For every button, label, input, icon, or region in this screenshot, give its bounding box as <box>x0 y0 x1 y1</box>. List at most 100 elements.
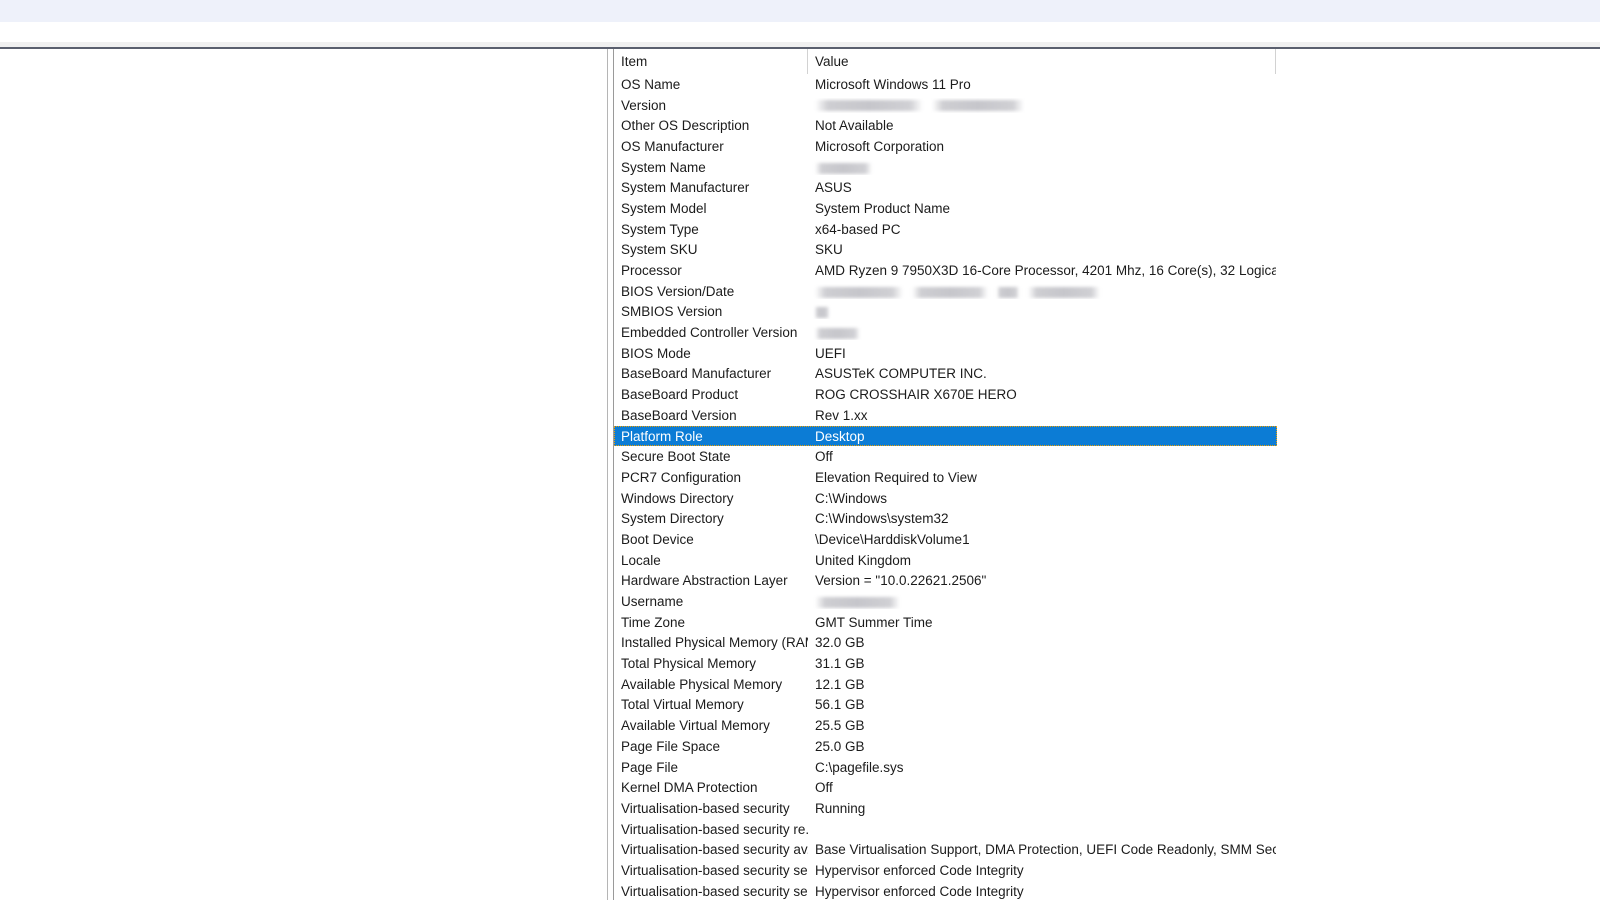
cell-value: System Product Name <box>815 200 951 216</box>
table-row[interactable]: SMBIOS Version <box>614 302 1600 323</box>
table-row[interactable]: Kernel DMA Protection Off <box>614 777 1600 798</box>
table-row[interactable]: Virtualisation-based security av... Base … <box>614 839 1600 860</box>
table-row[interactable]: Platform Role Desktop <box>614 425 1277 447</box>
table-row[interactable]: BIOS Version/Date <box>614 281 1600 302</box>
cell-value: 25.5 GB <box>815 718 865 734</box>
cell-item: BIOS Mode <box>621 345 691 361</box>
table-row[interactable]: Boot Device \Device\HarddiskVolume1 <box>614 529 1600 550</box>
table-row[interactable]: Other OS Description Not Available <box>614 115 1600 136</box>
cell-item: Page File <box>621 759 679 775</box>
cell-item: Locale <box>621 552 661 568</box>
cell-item: Total Physical Memory <box>621 656 757 672</box>
cell-item: Other OS Description <box>621 118 750 134</box>
redacted-value-block <box>1028 286 1100 298</box>
cell-item: Secure Boot State <box>621 449 731 465</box>
column-header-value[interactable]: Value <box>808 49 1276 74</box>
cell-item: OS Manufacturer <box>621 138 724 154</box>
table-row[interactable]: Installed Physical Memory (RAM) 32.0 GB <box>614 633 1600 654</box>
table-row[interactable]: Page File Space 25.0 GB <box>614 736 1600 757</box>
table-row[interactable]: Secure Boot State Off <box>614 446 1600 467</box>
table-row[interactable]: Virtualisation-based security Running <box>614 798 1600 819</box>
cell-value: \Device\HarddiskVolume1 <box>815 531 970 547</box>
table-row[interactable]: Hardware Abstraction Layer Version = "10.… <box>614 571 1600 592</box>
table-row[interactable]: System Directory C:\Windows\system32 <box>614 508 1600 529</box>
redacted-value-block <box>815 328 860 340</box>
cell-value: Version = "10.0.22621.2506" <box>815 573 987 589</box>
cell-item: BIOS Version/Date <box>621 283 735 299</box>
table-row[interactable]: Windows Directory C:\Windows <box>614 488 1600 509</box>
redacted-value-block <box>815 596 900 608</box>
cell-value: 31.1 GB <box>815 656 865 672</box>
cell-value: AMD Ryzen 9 7950X3D 16-Core Processor, 4… <box>815 263 1276 279</box>
cell-value: UEFI <box>815 345 846 361</box>
cell-value: Hypervisor enforced Code Integrity <box>815 883 1024 899</box>
table-row[interactable]: Available Virtual Memory 25.5 GB <box>614 715 1600 736</box>
table-row[interactable]: BaseBoard Version Rev 1.xx <box>614 405 1600 426</box>
column-header-item[interactable]: Item <box>614 49 808 74</box>
cell-item: Windows Directory <box>621 490 734 506</box>
table-row[interactable]: BaseBoard Manufacturer ASUSTeK COMPUTER I… <box>614 364 1600 385</box>
table-row[interactable]: Time Zone GMT Summer Time <box>614 612 1600 633</box>
cell-value: GMT Summer Time <box>815 614 933 630</box>
table-row[interactable]: BIOS Mode UEFI <box>614 343 1600 364</box>
redacted-value-block <box>815 307 829 319</box>
system-summary-details-pane[interactable]: Item Value OS Name Microsoft Windows 11 P… <box>613 49 1600 900</box>
table-row[interactable]: System SKU SKU <box>614 240 1600 261</box>
cell-value <box>808 594 1276 609</box>
cell-value: Elevation Required to View <box>815 469 977 485</box>
table-row[interactable]: Version <box>614 95 1600 116</box>
table-row[interactable]: Total Virtual Memory 56.1 GB <box>614 695 1600 716</box>
cell-value <box>808 304 1276 319</box>
cell-item: BaseBoard Version <box>621 407 737 423</box>
cell-item: OS Name <box>621 76 681 92</box>
cell-value: C:\Windows <box>815 490 888 506</box>
cell-value: 25.0 GB <box>815 738 865 754</box>
cell-value: Desktop <box>815 428 865 444</box>
cell-item: Processor <box>621 263 682 279</box>
table-row[interactable]: Virtualisation-based security re... <box>614 819 1600 840</box>
cell-item: System Directory <box>621 511 724 527</box>
table-row[interactable]: Page File C:\pagefile.sys <box>614 757 1600 778</box>
table-row[interactable]: Virtualisation-based security se... Hyper… <box>614 881 1600 900</box>
cell-value <box>808 160 1276 175</box>
cell-item: Available Virtual Memory <box>621 718 770 734</box>
cell-value: C:\Windows\system32 <box>815 511 949 527</box>
cell-item: System SKU <box>621 242 698 258</box>
table-row[interactable]: System Manufacturer ASUS <box>614 177 1600 198</box>
cell-value: ASUS <box>815 180 852 196</box>
cell-value <box>808 284 1276 299</box>
cell-item: Virtualisation-based security se... <box>621 883 808 899</box>
cell-value: SKU <box>815 242 843 258</box>
cell-value: x64-based PC <box>815 221 901 237</box>
navigation-tree-pane[interactable] <box>0 49 607 900</box>
redacted-value-block <box>932 100 1024 112</box>
table-row[interactable]: Virtualisation-based security se... Hyper… <box>614 860 1600 881</box>
table-row[interactable]: Locale United Kingdom <box>614 550 1600 571</box>
cell-value: Off <box>815 780 833 796</box>
cell-item: Time Zone <box>621 614 686 630</box>
redacted-value-block <box>815 162 872 174</box>
cell-value: Rev 1.xx <box>815 407 868 423</box>
table-row[interactable]: BaseBoard Product ROG CROSSHAIR X670E HER… <box>614 384 1600 405</box>
table-row[interactable]: System Type x64-based PC <box>614 219 1600 240</box>
table-row[interactable]: Username <box>614 591 1600 612</box>
redacted-value-block <box>815 286 903 298</box>
cell-item: System Type <box>621 221 699 237</box>
table-row[interactable]: System Name <box>614 157 1600 178</box>
table-row[interactable]: OS Manufacturer Microsoft Corporation <box>614 136 1600 157</box>
table-row[interactable]: OS Name Microsoft Windows 11 Pro <box>614 74 1600 95</box>
menu-bar-area <box>0 22 1600 42</box>
cell-value: Not Available <box>815 118 894 134</box>
table-row[interactable]: Total Physical Memory 31.1 GB <box>614 653 1600 674</box>
cell-item: Total Virtual Memory <box>621 697 744 713</box>
table-row[interactable]: Available Physical Memory 12.1 GB <box>614 674 1600 695</box>
cell-item: Page File Space <box>621 738 721 754</box>
cell-value: 12.1 GB <box>815 676 865 692</box>
table-row[interactable]: System Model System Product Name <box>614 198 1600 219</box>
table-row[interactable]: PCR7 Configuration Elevation Required to … <box>614 467 1600 488</box>
cell-item: Available Physical Memory <box>621 676 783 692</box>
table-row[interactable]: Embedded Controller Version <box>614 322 1600 343</box>
table-row[interactable]: Processor AMD Ryzen 9 7950X3D 16-Core Pro… <box>614 260 1600 281</box>
cell-item: Virtualisation-based security se... <box>621 862 808 878</box>
list-column-header: Item Value <box>614 49 1600 74</box>
